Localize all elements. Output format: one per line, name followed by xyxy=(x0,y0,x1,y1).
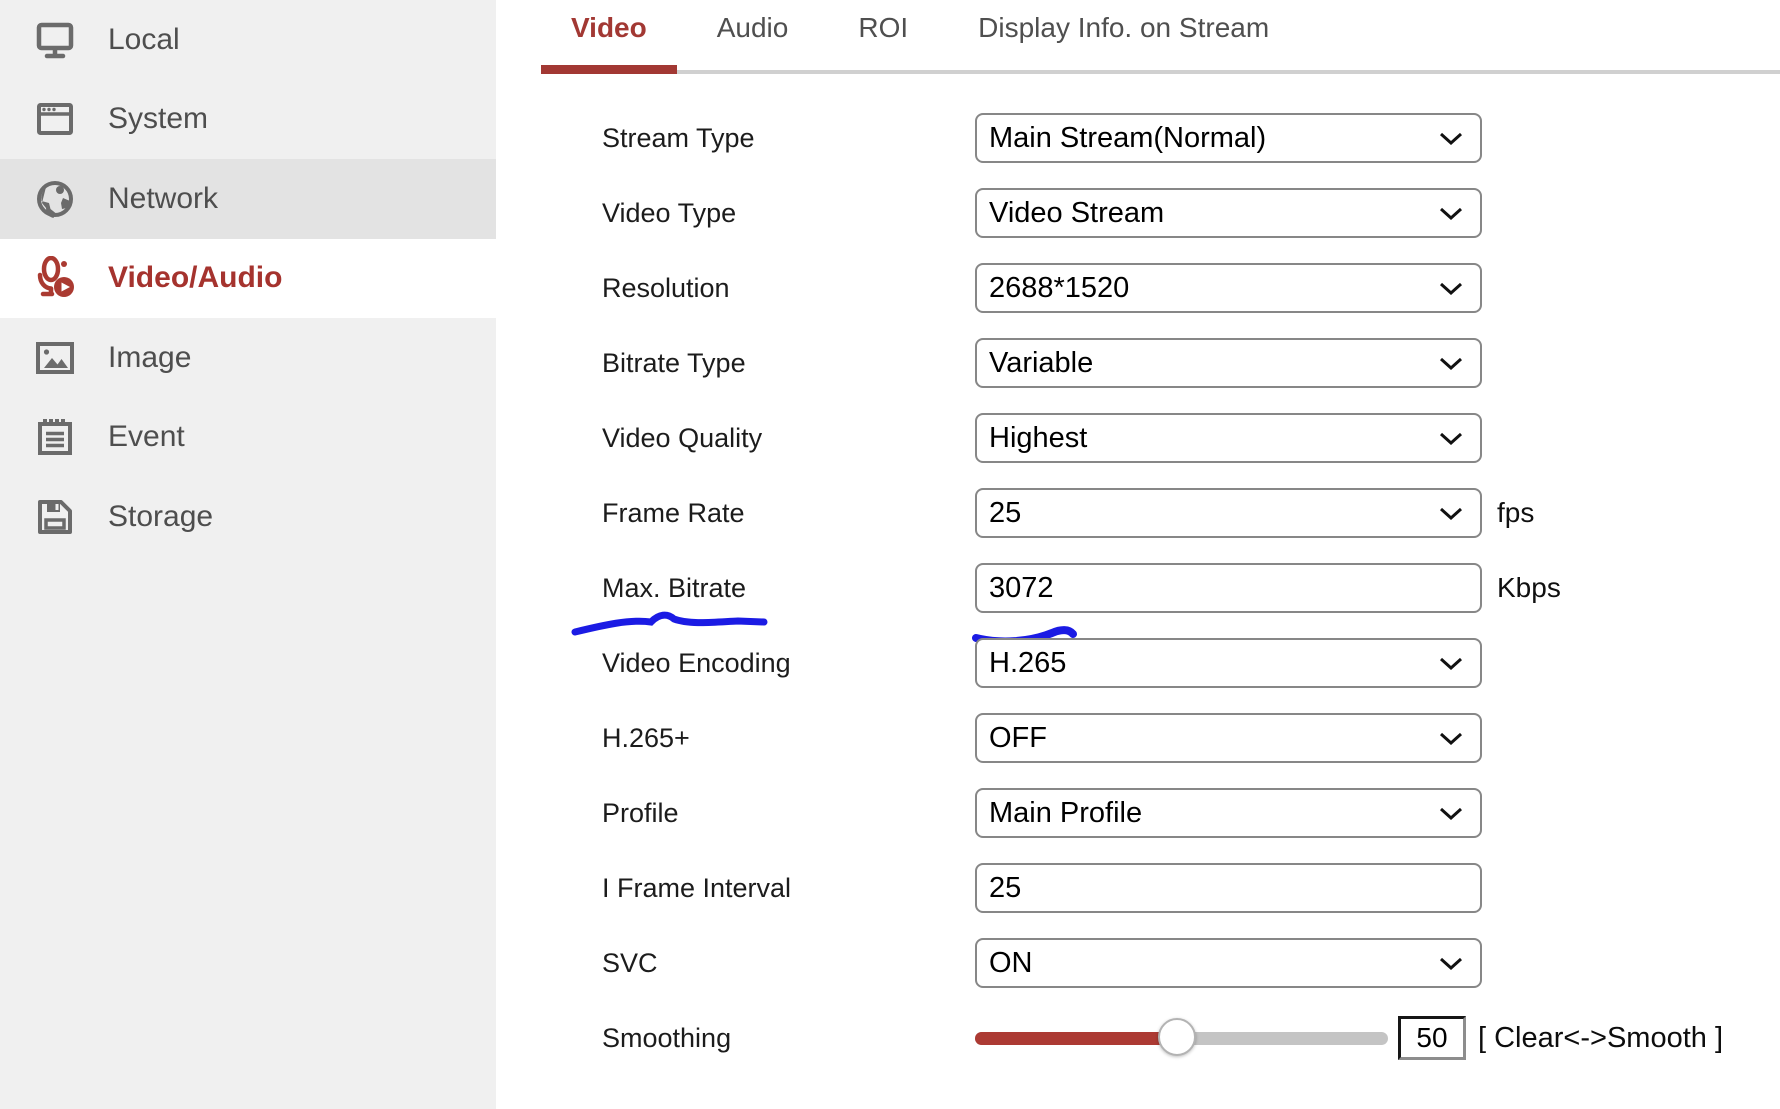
chevron-down-icon xyxy=(1439,957,1463,970)
video-quality-select[interactable]: Highest xyxy=(975,413,1482,463)
form-row-profile: Profile Main Profile xyxy=(602,788,1482,838)
tab-video[interactable]: Video xyxy=(541,0,677,74)
slider-thumb[interactable] xyxy=(1158,1018,1196,1056)
sidebar-item-label: Event xyxy=(108,420,185,454)
video-audio-settings-page: Local System xyxy=(0,0,1780,1109)
chevron-down-icon xyxy=(1439,282,1463,295)
max-bitrate-input[interactable] xyxy=(975,563,1482,613)
tab-roi[interactable]: ROI xyxy=(828,0,938,74)
form-row-stream-type: Stream Type Main Stream(Normal) xyxy=(602,113,1482,163)
chevron-down-icon xyxy=(1439,357,1463,370)
sidebar-item-label: Video/Audio xyxy=(108,261,282,295)
form-row-video-encoding: Video Encoding H.265 xyxy=(602,638,1482,688)
tab-bar: Video Audio ROI Display Info. on Stream xyxy=(541,0,1780,74)
svc-label: SVC xyxy=(602,948,975,979)
picture-icon xyxy=(33,336,77,380)
smoothing-label: Smoothing xyxy=(602,1023,975,1054)
max-bitrate-label: Max. Bitrate xyxy=(602,573,975,604)
form-row-resolution: Resolution 2688*1520 xyxy=(602,263,1482,313)
tab-display-info-on-stream[interactable]: Display Info. on Stream xyxy=(948,0,1299,74)
form-row-i-frame-interval: I Frame Interval xyxy=(602,863,1482,913)
video-quality-value: Highest xyxy=(989,422,1087,455)
monitor-icon xyxy=(33,18,77,62)
form-row-video-type: Video Type Video Stream xyxy=(602,188,1482,238)
sidebar-item-image[interactable]: Image xyxy=(0,318,496,398)
chevron-down-icon xyxy=(1439,507,1463,520)
chevron-down-icon xyxy=(1439,657,1463,670)
video-quality-label: Video Quality xyxy=(602,423,975,454)
window-icon xyxy=(33,97,77,141)
svc-value: ON xyxy=(989,947,1033,980)
frame-rate-label: Frame Rate xyxy=(602,498,975,529)
video-encoding-value: H.265 xyxy=(989,647,1066,680)
sidebar-item-local[interactable]: Local xyxy=(0,0,496,80)
h265-plus-value: OFF xyxy=(989,722,1047,755)
chevron-down-icon xyxy=(1439,207,1463,220)
chevron-down-icon xyxy=(1439,807,1463,820)
video-type-value: Video Stream xyxy=(989,197,1164,230)
form-row-svc: SVC ON xyxy=(602,938,1482,988)
slider-fill xyxy=(975,1032,1177,1045)
globe-icon xyxy=(33,177,77,221)
sidebar-item-system[interactable]: System xyxy=(0,80,496,160)
video-type-label: Video Type xyxy=(602,198,975,229)
form-row-bitrate-type: Bitrate Type Variable xyxy=(602,338,1482,388)
chevron-down-icon xyxy=(1439,432,1463,445)
frame-rate-select[interactable]: 25 xyxy=(975,488,1482,538)
notepad-icon xyxy=(33,415,77,459)
h265-plus-label: H.265+ xyxy=(602,723,975,754)
video-encoding-label: Video Encoding xyxy=(602,648,975,679)
h265-plus-select[interactable]: OFF xyxy=(975,713,1482,763)
profile-value: Main Profile xyxy=(989,797,1142,830)
form-row-smoothing: Smoothing 50 [ Clear<->Smooth ] xyxy=(602,1013,1723,1063)
chevron-down-icon xyxy=(1439,132,1463,145)
microphone-play-icon xyxy=(33,256,77,300)
bitrate-type-select[interactable]: Variable xyxy=(975,338,1482,388)
frame-rate-unit: fps xyxy=(1497,497,1534,529)
bitrate-type-value: Variable xyxy=(989,347,1093,380)
sidebar-item-video-audio[interactable]: Video/Audio xyxy=(0,239,496,319)
sidebar-item-event[interactable]: Event xyxy=(0,398,496,478)
max-bitrate-unit: Kbps xyxy=(1497,572,1561,604)
video-encoding-select[interactable]: H.265 xyxy=(975,638,1482,688)
i-frame-interval-input[interactable] xyxy=(975,863,1482,913)
resolution-value: 2688*1520 xyxy=(989,272,1129,305)
profile-select[interactable]: Main Profile xyxy=(975,788,1482,838)
floppy-disk-icon xyxy=(33,495,77,539)
smoothing-hint: [ Clear<->Smooth ] xyxy=(1478,1022,1723,1055)
form-row-video-quality: Video Quality Highest xyxy=(602,413,1482,463)
svc-select[interactable]: ON xyxy=(975,938,1482,988)
tab-audio[interactable]: Audio xyxy=(687,0,819,74)
form-row-frame-rate: Frame Rate 25 fps xyxy=(602,488,1534,538)
smoothing-slider[interactable] xyxy=(975,1013,1388,1063)
stream-type-value: Main Stream(Normal) xyxy=(989,122,1266,155)
sidebar-item-label: Storage xyxy=(108,500,213,534)
form-row-h265-plus: H.265+ OFF xyxy=(602,713,1482,763)
sidebar-item-label: Local xyxy=(108,23,180,57)
frame-rate-value: 25 xyxy=(989,497,1021,530)
sidebar-item-label: System xyxy=(108,102,208,136)
sidebar: Local System xyxy=(0,0,496,1109)
sidebar-item-network[interactable]: Network xyxy=(0,159,496,239)
stream-type-label: Stream Type xyxy=(602,123,975,154)
sidebar-item-label: Image xyxy=(108,341,191,375)
profile-label: Profile xyxy=(602,798,975,829)
smoothing-value-box[interactable]: 50 xyxy=(1398,1016,1466,1060)
i-frame-interval-label: I Frame Interval xyxy=(602,873,975,904)
bitrate-type-label: Bitrate Type xyxy=(602,348,975,379)
video-type-select[interactable]: Video Stream xyxy=(975,188,1482,238)
sidebar-item-label: Network xyxy=(108,182,218,216)
resolution-select[interactable]: 2688*1520 xyxy=(975,263,1482,313)
chevron-down-icon xyxy=(1439,732,1463,745)
form-row-max-bitrate: Max. Bitrate Kbps xyxy=(602,563,1561,613)
sidebar-item-storage[interactable]: Storage xyxy=(0,477,496,557)
stream-type-select[interactable]: Main Stream(Normal) xyxy=(975,113,1482,163)
resolution-label: Resolution xyxy=(602,273,975,304)
